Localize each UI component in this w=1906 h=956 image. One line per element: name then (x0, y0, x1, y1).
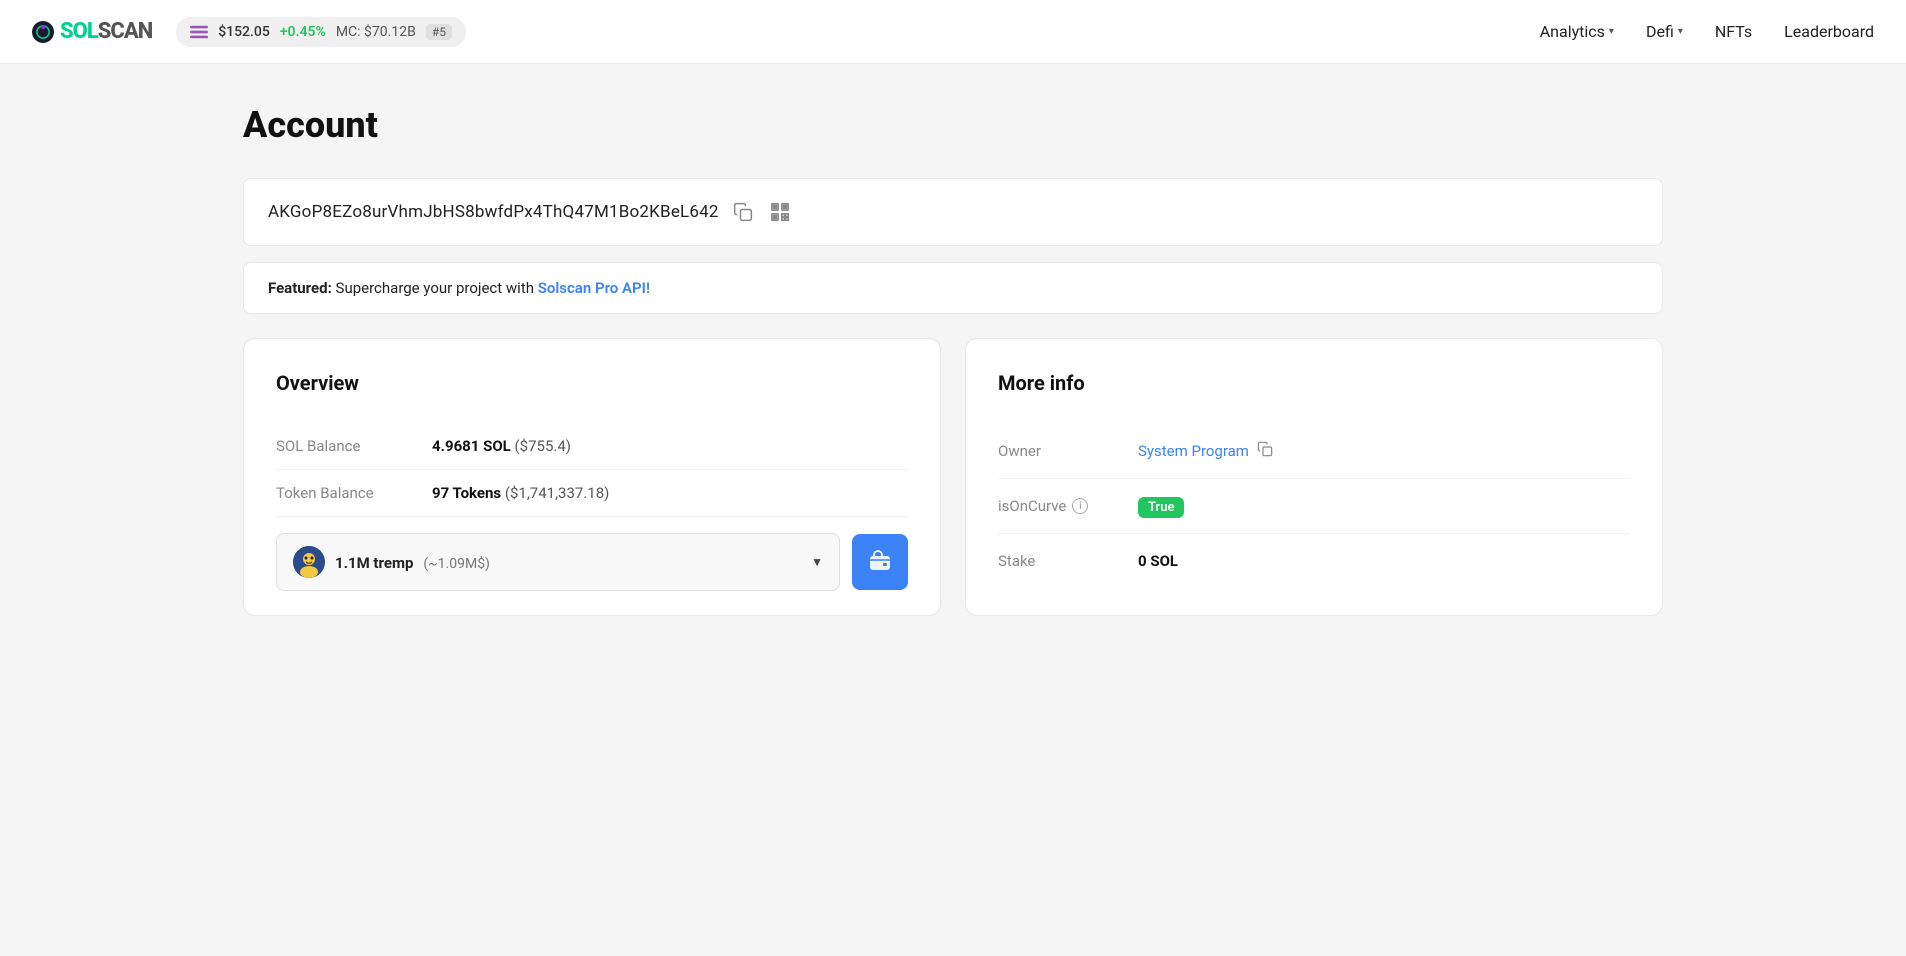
token-wallet-button[interactable] (852, 534, 908, 590)
copy-owner-button[interactable] (1255, 441, 1275, 460)
sol-balance-value: 4.9681 SOL ($755.4) (432, 437, 571, 455)
sol-balance-row: SOL Balance 4.9681 SOL ($755.4) (276, 423, 908, 470)
is-on-curve-label: isOnCurve i (998, 497, 1138, 515)
overview-title: Overview (276, 371, 908, 395)
sol-stack-icon (190, 23, 208, 41)
token-balance-usd: ($1,741,337.18) (505, 484, 610, 502)
sol-price-pill[interactable]: $152.05 +0.45% MC: $70.12B #5 (176, 17, 466, 47)
token-chevron-icon: ▼ (811, 555, 823, 569)
overview-card: Overview SOL Balance 4.9681 SOL ($755.4)… (243, 338, 941, 616)
stake-value: 0 SOL (1138, 552, 1178, 570)
is-on-curve-info-icon[interactable]: i (1072, 498, 1088, 514)
sol-balance-usd: ($755.4) (515, 437, 571, 455)
is-on-curve-row: isOnCurve i True (998, 479, 1630, 534)
address-bar: AKGoP8EZo8urVhmJbHS8bwfdPx4ThQ47M1Bo2KBe… (243, 178, 1663, 246)
main-content: Account AKGoP8EZo8urVhmJbHS8bwfdPx4ThQ47… (203, 64, 1703, 656)
cards-row: Overview SOL Balance 4.9681 SOL ($755.4)… (243, 338, 1663, 616)
token-selector[interactable]: 1.1M tremp (~1.09M$) ▼ (276, 533, 840, 591)
token-balance-amount: 97 Tokens (432, 484, 501, 502)
featured-banner: Featured: Supercharge your project with … (243, 262, 1663, 314)
token-balance-value: 97 Tokens ($1,741,337.18) (432, 484, 609, 502)
system-program-link[interactable]: System Program (1138, 441, 1275, 460)
owner-row: Owner System Program (998, 423, 1630, 479)
analytics-chevron-icon: ▾ (1609, 26, 1614, 37)
more-info-card: More info Owner System Program (965, 338, 1663, 616)
stake-row: Stake 0 SOL (998, 534, 1630, 588)
logo[interactable]: SOLSCAN (32, 19, 152, 44)
sol-market-cap-label: MC: $70.12B (336, 24, 416, 40)
token-selector-area: 1.1M tremp (~1.09M$) ▼ (276, 533, 908, 591)
sol-price: $152.05 (218, 24, 270, 40)
token-name-text: 1.1M tremp (335, 554, 413, 572)
sol-balance-amount: 4.9681 SOL (432, 437, 511, 455)
qr-code-button[interactable] (767, 199, 793, 225)
nav-analytics[interactable]: Analytics ▾ (1540, 22, 1614, 41)
token-balance-row: Token Balance 97 Tokens ($1,741,337.18) (276, 470, 908, 517)
tremp-avatar-icon (293, 546, 325, 578)
sol-rank: #5 (426, 24, 452, 40)
featured-text: Supercharge your project with (336, 279, 538, 297)
copy-icon (733, 202, 753, 222)
sol-mc-value: $70.12B (364, 24, 416, 40)
featured-link[interactable]: Solscan Pro API! (538, 279, 650, 297)
defi-chevron-icon: ▾ (1678, 26, 1683, 37)
is-on-curve-value: True (1138, 497, 1184, 515)
logo-icon (32, 21, 54, 43)
is-on-curve-badge: True (1138, 497, 1184, 518)
copy-owner-icon (1257, 441, 1273, 457)
token-balance-label: Token Balance (276, 484, 416, 502)
token-usd-text: (~1.09M$) (423, 556, 490, 572)
qr-code-icon (769, 201, 791, 223)
owner-value: System Program (1138, 441, 1275, 460)
token-avatar (293, 546, 325, 578)
logo-text: SOLSCAN (60, 19, 152, 44)
more-info-title: More info (998, 371, 1630, 395)
main-nav: Analytics ▾ Defi ▾ NFTs Leaderboard (1540, 22, 1874, 41)
sol-balance-label: SOL Balance (276, 437, 416, 455)
nav-nfts[interactable]: NFTs (1715, 22, 1752, 41)
featured-label: Featured: (268, 279, 332, 297)
sol-price-change: +0.45% (280, 24, 326, 40)
wallet-icon (868, 550, 892, 574)
owner-label: Owner (998, 442, 1138, 460)
wallet-address: AKGoP8EZo8urVhmJbHS8bwfdPx4ThQ47M1Bo2KBe… (268, 202, 719, 222)
token-name: 1.1M tremp (~1.09M$) (335, 553, 490, 572)
copy-address-button[interactable] (731, 200, 755, 224)
site-header: SOLSCAN $152.05 +0.45% MC: $70.12B #5 An… (0, 0, 1906, 64)
page-title: Account (243, 104, 1663, 146)
nav-defi[interactable]: Defi ▾ (1646, 22, 1683, 41)
nav-leaderboard[interactable]: Leaderboard (1784, 22, 1874, 41)
stake-label: Stake (998, 552, 1138, 570)
